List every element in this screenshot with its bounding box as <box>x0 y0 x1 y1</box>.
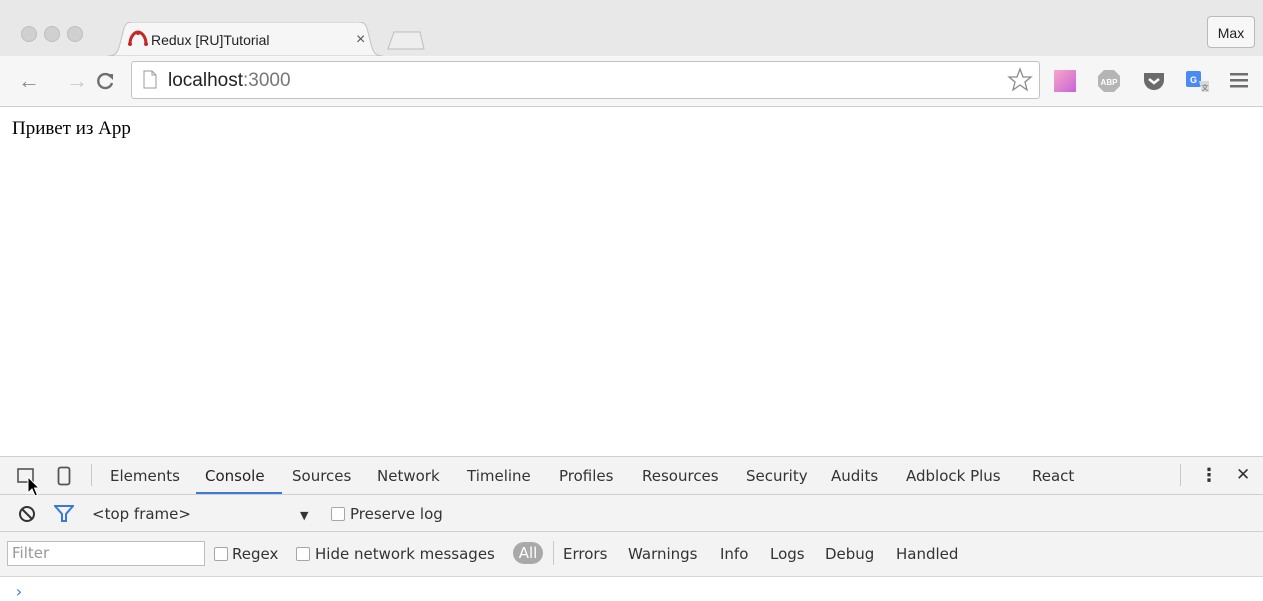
redux-favicon-icon <box>127 30 149 51</box>
level-debug-button[interactable]: Debug <box>825 545 874 563</box>
level-logs-button[interactable]: Logs <box>770 545 805 563</box>
minimize-window-button[interactable] <box>44 26 60 42</box>
back-arrow-icon[interactable]: ← <box>18 68 40 94</box>
tab-security[interactable]: Security <box>746 467 808 485</box>
tab-audits[interactable]: Audits <box>831 467 878 485</box>
regex-checkbox[interactable] <box>214 547 228 561</box>
tab-profiles[interactable]: Profiles <box>559 467 613 485</box>
hide-network-checkbox[interactable] <box>296 547 310 561</box>
maximize-window-button[interactable] <box>67 26 83 42</box>
device-mode-icon[interactable] <box>57 466 71 491</box>
tab-adblock-plus[interactable]: Adblock Plus <box>906 467 1001 485</box>
more-options-icon[interactable]: ⋮ <box>1200 465 1218 486</box>
tab-resources[interactable]: Resources <box>642 467 719 485</box>
level-handled-button[interactable]: Handled <box>896 545 958 563</box>
tab-timeline[interactable]: Timeline <box>467 467 531 485</box>
svg-text:文: 文 <box>1202 83 1209 92</box>
console-prompt[interactable]: › <box>14 582 24 601</box>
context-selector[interactable]: <top frame> <box>92 505 191 523</box>
adblock-plus-icon[interactable]: ABP <box>1096 68 1122 99</box>
preserve-log-checkbox[interactable] <box>331 507 345 521</box>
tab-sources[interactable]: Sources <box>292 467 351 485</box>
menu-hamburger-icon[interactable] <box>1228 70 1250 95</box>
level-info-button[interactable]: Info <box>720 545 748 563</box>
devtools-separator <box>1180 464 1181 486</box>
colorzilla-extension-icon[interactable] <box>1052 68 1078 99</box>
preserve-log-label: Preserve log <box>350 505 443 523</box>
bookmark-star-icon[interactable] <box>1007 67 1033 98</box>
tab-title: Redux [RU]Tutorial <box>151 32 270 48</box>
filter-funnel-icon[interactable] <box>52 505 76 528</box>
level-errors-button[interactable]: Errors <box>563 545 607 563</box>
tab-elements[interactable]: Elements <box>110 467 180 485</box>
page-greeting-text: Привет из App <box>12 118 131 139</box>
profile-button[interactable]: Max <box>1207 16 1255 48</box>
tab-close-button[interactable]: × <box>356 31 365 49</box>
pocket-icon[interactable] <box>1141 68 1167 99</box>
reload-icon[interactable] <box>96 71 116 96</box>
level-warnings-button[interactable]: Warnings <box>628 545 698 563</box>
tab-network[interactable]: Network <box>377 467 440 485</box>
google-translate-icon[interactable]: G文 <box>1185 68 1211 99</box>
filter-input[interactable]: Filter <box>7 541 205 566</box>
new-tab-button[interactable] <box>386 30 426 50</box>
close-devtools-icon[interactable]: ✕ <box>1236 465 1250 485</box>
url-text: localhost:3000 <box>168 70 291 91</box>
regex-label: Regex <box>232 545 279 563</box>
active-tab-indicator <box>196 492 282 494</box>
clear-console-icon[interactable] <box>18 505 36 528</box>
close-window-button[interactable] <box>21 26 37 42</box>
tab-react[interactable]: React <box>1032 467 1074 485</box>
devtools-separator <box>91 464 92 486</box>
svg-text:ABP: ABP <box>1101 78 1119 87</box>
tab-console[interactable]: Console <box>205 467 265 485</box>
dropdown-arrow-icon[interactable]: ▼ <box>300 509 308 522</box>
forward-arrow-icon[interactable]: → <box>66 68 88 94</box>
filter-separator <box>553 541 554 565</box>
hide-network-label: Hide network messages <box>315 545 495 563</box>
level-all-button[interactable]: All <box>513 542 543 564</box>
svg-text:G: G <box>1190 75 1197 85</box>
page-icon <box>143 70 157 94</box>
